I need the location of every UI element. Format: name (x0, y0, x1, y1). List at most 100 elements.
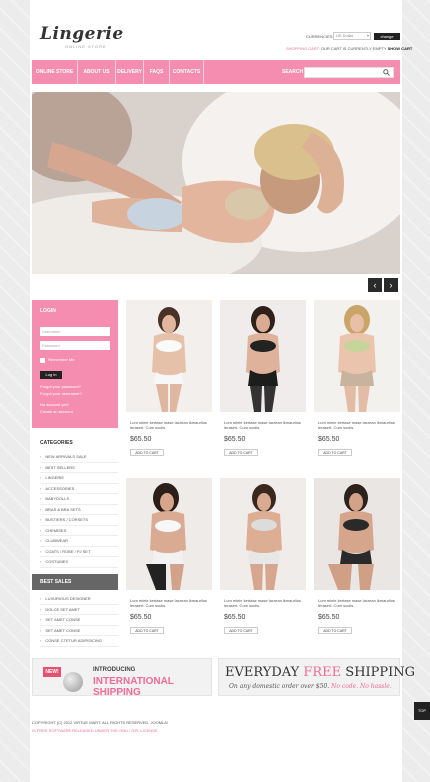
product-description: Lum mleie kertase mase lacrean ikmaurliu… (318, 420, 395, 430)
forgot-password-link[interactable]: Forgot your password? (40, 384, 81, 389)
category-item[interactable]: LINGERIE (40, 473, 118, 484)
product-photo (220, 478, 306, 590)
cart-empty-text: OUR CART IS CURRENTLY EMPTY (320, 46, 387, 51)
logo-tagline: ONLINE STORE (65, 44, 107, 49)
no-code-text: No code. No hassle. (331, 683, 392, 690)
change-currency-button[interactable]: change (374, 33, 400, 40)
introducing-text: INTRODUCING (93, 667, 136, 673)
no-account-text: No account yet? (40, 402, 69, 407)
product-card: Lum mleie kertase mase lacrean ikmaurliu… (220, 478, 306, 634)
nav-contacts[interactable]: CONTACTS (170, 60, 204, 84)
username-field[interactable]: Username (40, 327, 110, 336)
category-item[interactable]: CLUBWEAR (40, 536, 118, 547)
nav-online-store[interactable]: ONLINE STORE (32, 60, 78, 84)
product-card: Lum mleie kertase mase lacrean ikmaurliu… (314, 300, 400, 456)
free-shipping-headline: EVERYDAY FREE SHIPPING (225, 665, 415, 680)
product-photo (126, 300, 212, 412)
add-to-cart-button[interactable]: ADD TO CART (318, 627, 352, 634)
best-sales-item[interactable]: SET AMET CONSE (40, 626, 118, 636)
product-price: $65.50 (130, 614, 152, 621)
international-shipping-text: INTERNATIONAL SHIPPING (93, 676, 174, 698)
copyright-text: COPYRIGHT (C) 2012 VIRTUE MART. ALL RIGH… (32, 720, 169, 725)
chevron-down-icon: ▾ (366, 33, 369, 38)
nav-faqs[interactable]: FAQS (144, 60, 170, 84)
scroll-top-button[interactable]: TOP (414, 702, 430, 720)
hero-slider-image[interactable] (32, 92, 400, 274)
product-description: Lum mleie kertase mase lacrean ikmaurliu… (130, 420, 207, 430)
currency-value: US Dollar (336, 33, 354, 38)
product-card: Lum mleie kertase mase lacrean ikmaurliu… (220, 300, 306, 456)
free-shipping-banner[interactable]: EVERYDAY FREE SHIPPING On any domestic o… (218, 658, 415, 696)
categories-list: NEW ARRIVALS SALE BEST SELLERS LINGERIE … (40, 452, 118, 568)
category-item[interactable]: CHEMISES (40, 526, 118, 536)
product-image[interactable] (220, 478, 306, 590)
product-description: Lum mleie kertase mase lacrean ikmaurliu… (130, 598, 207, 608)
currencies-label: CURRENCIES: (306, 34, 334, 39)
product-description: Lum mleie kertase mase lacrean ikmaurliu… (224, 598, 301, 608)
category-item[interactable]: ACCESSORIES (40, 484, 118, 494)
product-image[interactable] (314, 478, 400, 590)
page-container: Lingerie ONLINE STORE CURRENCIES: US Dol… (30, 0, 415, 782)
product-description: Lum mleie kertase mase lacrean ikmaurliu… (224, 420, 301, 430)
nav-about-us[interactable]: ABOUT US (78, 60, 116, 84)
add-to-cart-button[interactable]: ADD TO CART (224, 627, 258, 634)
best-sales-item[interactable]: CONSE CTETUR ADIPISICING (40, 636, 118, 647)
product-image[interactable] (220, 300, 306, 412)
category-item[interactable]: COATS / ROBE / PJ SET (40, 547, 118, 557)
product-card: Lum mleie kertase mase lacrean ikmaurliu… (126, 478, 212, 634)
product-price: $65.50 (224, 436, 246, 443)
best-sales-item[interactable]: DOLCE SET AMET (40, 605, 118, 615)
product-image[interactable] (314, 300, 400, 412)
product-image[interactable] (126, 478, 212, 590)
password-field[interactable]: Password (40, 341, 110, 350)
best-sales-title: BEST SALES (32, 574, 118, 590)
search-input[interactable] (304, 67, 394, 78)
product-card: Lum mleie kertase mase lacrean ikmaurliu… (314, 478, 400, 634)
license-text[interactable]: IS FREE SOFTWARE RELEASED UNDER THE GNU … (32, 728, 157, 733)
add-to-cart-button[interactable]: ADD TO CART (130, 627, 164, 634)
add-to-cart-button[interactable]: ADD TO CART (318, 449, 352, 456)
slider-next-button[interactable]: › (384, 278, 398, 292)
best-sales-item[interactable]: SET AMET CONSE (40, 615, 118, 626)
product-photo (314, 478, 400, 590)
category-item[interactable]: BEST SELLERS (40, 463, 118, 473)
product-photo (220, 300, 306, 412)
currency-select[interactable]: US Dollar ▾ (333, 32, 371, 40)
product-price: $65.50 (318, 614, 340, 621)
login-title: LOGIN (40, 308, 56, 314)
categories-title: CATEGORIES (40, 440, 73, 446)
show-cart-link[interactable]: SHOW CART (388, 46, 413, 51)
shipping-text: SHIPPING (345, 665, 416, 680)
site-logo[interactable]: Lingerie (40, 24, 124, 44)
nav-delivery[interactable]: DELIVERY (116, 60, 144, 84)
hero-photo (32, 92, 400, 274)
product-description: Lum mleie kertase mase lacrean ikmaurliu… (318, 598, 395, 608)
best-sales-item[interactable]: LUXURIOUS DESIGNER (40, 594, 118, 605)
product-price: $65.50 (318, 436, 340, 443)
main-nav: ONLINE STORE ABOUT US DELIVERY FAQS CONT… (32, 60, 400, 84)
category-item[interactable]: BRAS & BRA SETS (40, 505, 118, 515)
slider-prev-button[interactable]: ‹ (368, 278, 382, 292)
everyday-text: EVERYDAY (225, 665, 300, 680)
search-icon[interactable] (383, 69, 390, 76)
product-image[interactable] (126, 300, 212, 412)
best-sales-list: LUXURIOUS DESIGNER DOLCE SET AMET SET AM… (40, 594, 118, 647)
create-account-link[interactable]: Create an account (40, 409, 73, 414)
category-item[interactable]: NEW ARRIVALS SALE (40, 452, 118, 463)
product-price: $65.50 (224, 614, 246, 621)
free-shipping-subline: On any domestic order over $50. No code.… (229, 683, 392, 690)
product-photo (126, 478, 212, 590)
category-item[interactable]: BUSTIERS / CORSETS (40, 515, 118, 526)
free-text: FREE (303, 665, 342, 680)
add-to-cart-button[interactable]: ADD TO CART (130, 449, 164, 456)
remember-checkbox[interactable] (40, 358, 45, 363)
cart-status: SHOPPING CART: OUR CART IS CURRENTLY EMP… (286, 46, 412, 51)
add-to-cart-button[interactable]: ADD TO CART (224, 449, 258, 456)
forgot-username-link[interactable]: Forgot your username? (40, 391, 82, 396)
international-shipping-banner[interactable]: NEW! INTRODUCING INTERNATIONAL SHIPPING (32, 658, 212, 698)
category-item[interactable]: BABYDOLLS (40, 494, 118, 505)
product-photo (314, 300, 400, 412)
category-item[interactable]: COSTUMES (40, 557, 118, 568)
login-panel: LOGIN Username Password Remember Me Log … (32, 300, 118, 428)
login-button[interactable]: Log in (40, 371, 62, 379)
